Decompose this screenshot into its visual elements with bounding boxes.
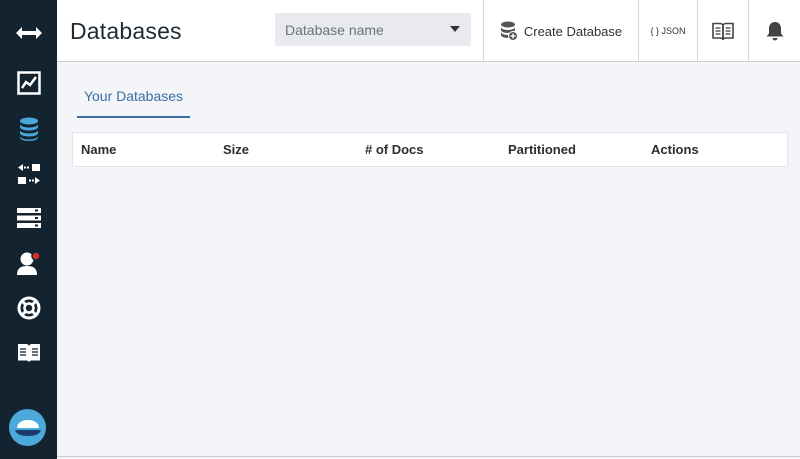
chevron-down-icon	[450, 26, 460, 32]
tab-label: Your Databases	[83, 87, 184, 104]
support-lifebuoy-icon	[17, 296, 40, 320]
create-database-button[interactable]: Create Database	[483, 0, 638, 62]
database-add-icon	[500, 21, 518, 41]
column-header-name[interactable]: Name	[81, 142, 116, 157]
column-header-docs[interactable]: # of Docs	[365, 142, 424, 157]
bell-icon	[766, 21, 783, 40]
expand-arrows-icon	[15, 27, 42, 39]
replication-icon	[17, 164, 40, 184]
active-tasks-icon	[16, 208, 41, 228]
sidebar-item-support[interactable]	[0, 286, 57, 330]
sidebar-item-documentation[interactable]	[0, 331, 57, 375]
documentation-button[interactable]	[697, 0, 748, 62]
databases-icon	[19, 117, 38, 141]
bottom-divider	[57, 456, 800, 457]
sidebar-item-replication[interactable]	[0, 152, 57, 196]
sidebar-item-account[interactable]	[0, 241, 57, 285]
user-notification-icon	[16, 251, 41, 275]
column-header-actions: Actions	[651, 142, 699, 157]
page-title: Databases	[70, 18, 182, 44]
sidebar-item-active-tasks[interactable]	[0, 196, 57, 240]
monitoring-chart-icon	[16, 71, 41, 95]
sidebar-item-monitoring[interactable]	[0, 61, 57, 105]
top-header: Databases Database name Create Database …	[57, 0, 800, 62]
sidebar-item-databases[interactable]	[0, 107, 57, 151]
json-button-label: { } JSON	[650, 26, 686, 36]
json-button[interactable]: { } JSON	[638, 0, 697, 62]
expand-sidebar-button[interactable]	[0, 11, 57, 55]
database-search-placeholder: Database name	[285, 21, 384, 38]
column-header-size[interactable]: Size	[223, 142, 249, 157]
book-icon	[712, 22, 734, 40]
sidebar	[0, 0, 57, 459]
create-database-label: Create Database	[523, 23, 623, 39]
column-header-partitioned: Partitioned	[508, 142, 576, 157]
documentation-book-icon	[17, 344, 40, 363]
cloudant-logo-icon	[14, 419, 41, 436]
notifications-button[interactable]	[748, 0, 800, 62]
databases-table-header: Name Size # of Docs Partitioned Actions	[72, 132, 788, 167]
cloudant-logo[interactable]	[9, 409, 46, 446]
database-name-search[interactable]: Database name	[275, 13, 471, 46]
tab-your-databases[interactable]: Your Databases	[77, 75, 190, 118]
